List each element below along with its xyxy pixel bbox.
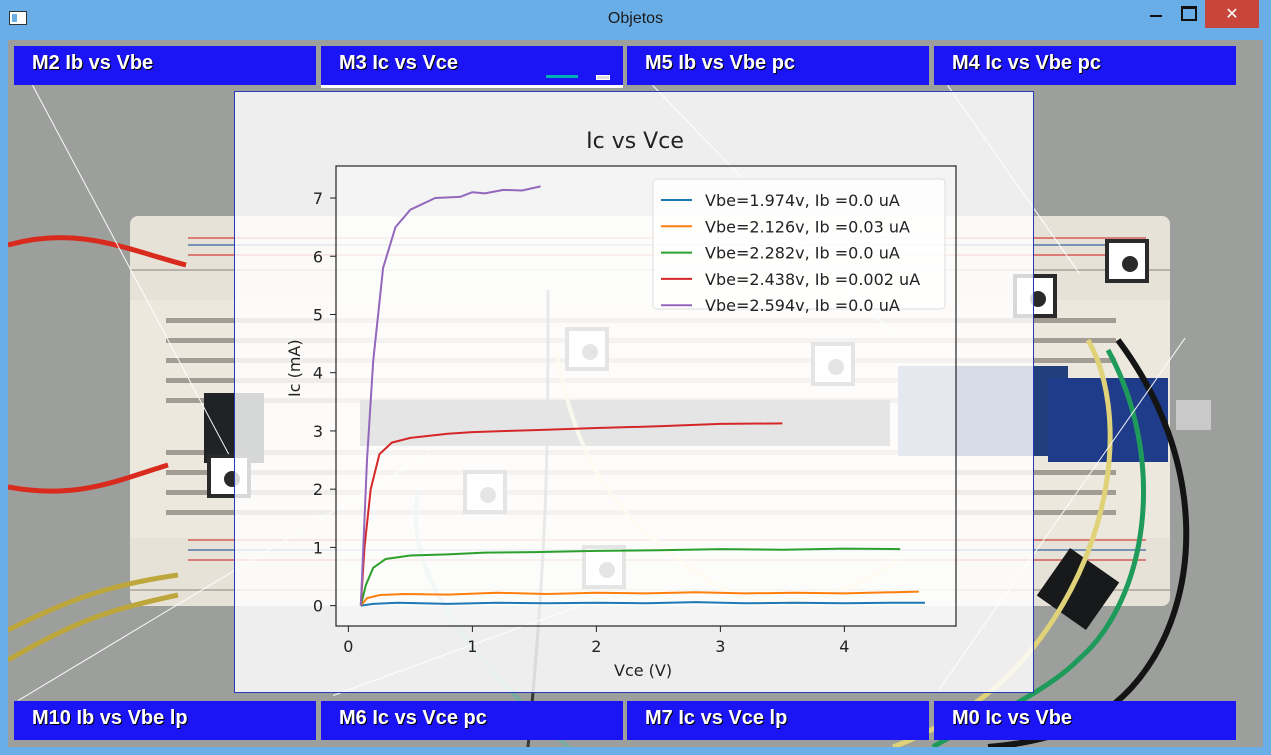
y-tick-label-1: 1 xyxy=(313,538,323,557)
y-tick-label-7: 7 xyxy=(313,189,323,208)
maximize-button[interactable] xyxy=(1172,0,1204,28)
close-icon: ✕ xyxy=(1225,4,1239,23)
y-axis-label: Ic (mA) xyxy=(285,339,304,397)
x-axis-label: Vce (V) xyxy=(614,661,673,680)
title-bar[interactable]: Objetos ✕ xyxy=(0,0,1271,40)
legend-label-1: Vbe=2.126v, Ib =0.03 uA xyxy=(705,217,910,236)
close-button[interactable]: ✕ xyxy=(1205,0,1259,28)
x-tick-label-3: 3 xyxy=(715,637,725,656)
panel-label: M6 Ic vs Vce pc xyxy=(339,707,487,729)
window-title: Objetos xyxy=(607,10,664,27)
legend-label-4: Vbe=2.594v, Ib =0.0 uA xyxy=(705,296,900,315)
panel-label: M3 Ic vs Vce xyxy=(339,52,458,74)
panel-label: M2 Ib vs Vbe xyxy=(32,52,154,74)
panel-label: M4 Ic vs Vbe pc xyxy=(952,52,1101,74)
y-tick-label-4: 4 xyxy=(313,364,323,383)
panel-label: M7 Ic vs Vce lp xyxy=(645,707,788,729)
bottom-panel-m10[interactable]: M10 Ib vs Vbe lp xyxy=(14,701,316,740)
top-panel-m4[interactable]: M4 Ic vs Vbe pc xyxy=(934,46,1236,85)
chart-card: Ic vs Vce Vce (V) Ic (mA) 0 1 2 3 4 0 1 2 3 4 5 6 7 V… xyxy=(234,91,1034,693)
x-tick-label-1: 1 xyxy=(467,637,477,656)
minimize-button[interactable] xyxy=(1140,0,1172,28)
legend-label-3: Vbe=2.438v, Ib =0.002 uA xyxy=(705,270,920,289)
top-panel-m3[interactable]: M3 Ic vs Vce xyxy=(321,46,623,88)
x-tick-label-0: 0 xyxy=(343,637,353,656)
legend-label-2: Vbe=2.282v, Ib =0.0 uA xyxy=(705,244,900,263)
line-chart: 0 1 2 3 4 0 1 2 3 4 5 6 7 Vbe=1.974v, Ib =0.0 uA Vbe=2… xyxy=(313,165,957,656)
legend-label-0: Vbe=1.974v, Ib =0.0 uA xyxy=(705,191,900,210)
chart-title: Ic vs Vce xyxy=(586,129,684,154)
y-tick-label-5: 5 xyxy=(313,305,323,324)
bottom-panel-m6[interactable]: M6 Ic vs Vce pc xyxy=(321,701,623,740)
camera-view: M2 Ib vs Vbe M3 Ic vs Vce M5 Ib vs Vbe p… xyxy=(8,40,1263,747)
y-tick-label-2: 2 xyxy=(313,480,323,499)
y-tick-label-6: 6 xyxy=(313,247,323,266)
top-panel-m2[interactable]: M2 Ib vs Vbe xyxy=(14,46,316,85)
x-tick-label-4: 4 xyxy=(839,637,849,656)
y-tick-label-0: 0 xyxy=(313,597,323,616)
x-tick-label-2: 2 xyxy=(591,637,601,656)
y-tick-label-3: 3 xyxy=(313,422,323,441)
top-panel-m5[interactable]: M5 Ib vs Vbe pc xyxy=(627,46,929,85)
bottom-panel-m0[interactable]: M0 Ic vs Vbe xyxy=(934,701,1236,740)
fiducial-marker-icon xyxy=(1105,239,1149,283)
panel-label: M10 Ib vs Vbe lp xyxy=(32,707,188,729)
panel-label: M5 Ib vs Vbe pc xyxy=(645,52,796,74)
panel-label: M0 Ic vs Vbe xyxy=(952,707,1073,729)
objects-window: Objetos ✕ M2 Ib vs Vbe M3 Ic vs Vce M5 I… xyxy=(0,0,1271,755)
preview-window-icon xyxy=(596,75,610,80)
preview-line-icon xyxy=(546,75,578,78)
bottom-panel-m7[interactable]: M7 Ic vs Vce lp xyxy=(627,701,929,740)
